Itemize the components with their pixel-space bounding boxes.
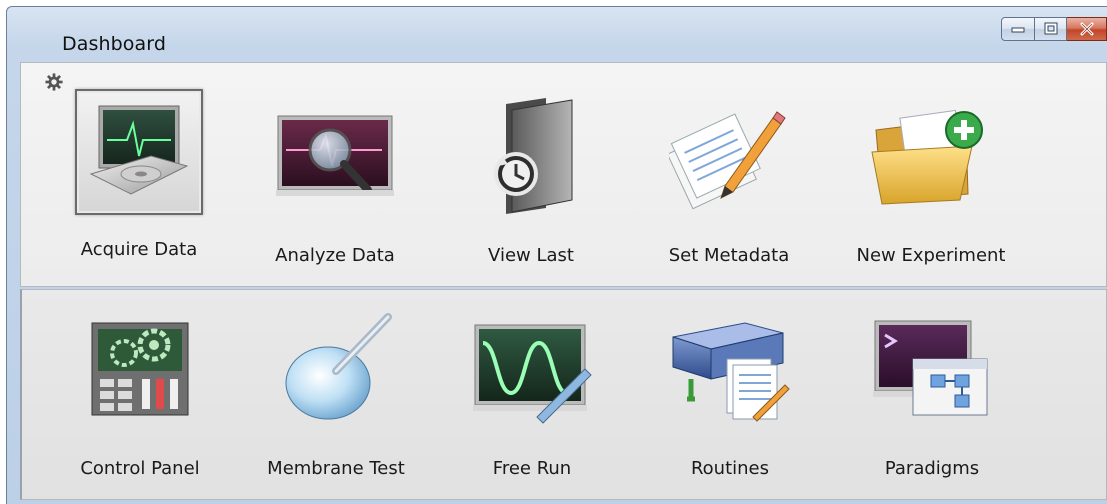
control-panel-icon [70, 304, 210, 434]
free-run-button[interactable]: Free Run [432, 296, 632, 496]
membrane-test-label: Membrane Test [267, 458, 405, 479]
title-bar[interactable]: Dashboard [7, 7, 1107, 57]
paradigms-label: Paradigms [884, 458, 980, 479]
set-metadata-label: Set Metadata [668, 245, 790, 266]
paradigms-button[interactable]: Paradigms [832, 296, 1032, 496]
new-experiment-button[interactable]: New Experiment [831, 83, 1031, 283]
routines-icon [660, 304, 800, 434]
dashboard-window: Dashboard Acquire Data Analyze Data View… [6, 6, 1107, 504]
set-metadata-button[interactable]: Set Metadata [629, 83, 829, 283]
new-experiment-icon [861, 91, 1001, 221]
maximize-icon [1044, 22, 1057, 35]
window-controls [1001, 17, 1107, 43]
acquire-data-label: Acquire Data [80, 239, 198, 260]
set-metadata-icon [659, 91, 799, 221]
membrane-test-button[interactable]: Membrane Test [236, 296, 436, 496]
acquire-data-button[interactable]: Acquire Data [39, 83, 239, 283]
analyze-data-icon [265, 91, 405, 221]
new-experiment-label: New Experiment [856, 245, 1006, 266]
minimize-icon [1011, 27, 1025, 33]
close-icon [1080, 22, 1093, 36]
analyze-data-button[interactable]: Analyze Data [235, 83, 435, 283]
membrane-test-icon [266, 304, 406, 434]
view-last-button[interactable]: View Last [431, 83, 631, 283]
control-panel-label: Control Panel [80, 458, 200, 479]
free-run-label: Free Run [492, 458, 572, 479]
routines-button[interactable]: Routines [630, 296, 830, 496]
routines-label: Routines [690, 458, 770, 479]
tools-panel: Control Panel Membrane Test Free Run Rou… [20, 289, 1107, 500]
minimize-button[interactable] [1001, 17, 1035, 41]
paradigms-icon [862, 304, 1002, 434]
analyze-data-label: Analyze Data [275, 245, 395, 266]
control-panel-button[interactable]: Control Panel [40, 296, 240, 496]
primary-actions-panel: Acquire Data Analyze Data View Last Set … [20, 62, 1107, 287]
view-last-icon [461, 91, 601, 221]
acquire-data-icon [75, 89, 203, 215]
maximize-button[interactable] [1035, 17, 1067, 41]
view-last-label: View Last [488, 245, 574, 266]
window-title: Dashboard [62, 33, 166, 55]
free-run-icon [462, 304, 602, 434]
close-button[interactable] [1067, 17, 1107, 41]
